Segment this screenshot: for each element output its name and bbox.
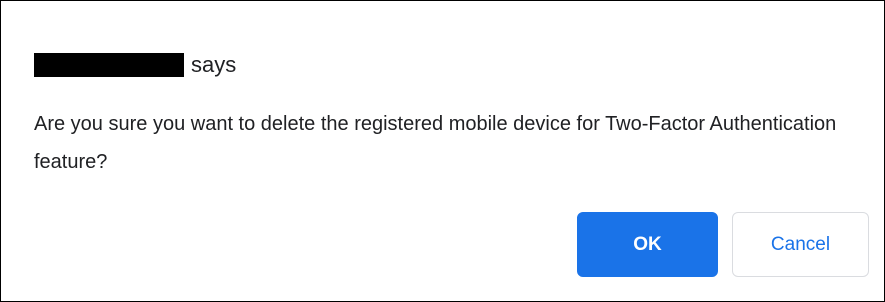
confirm-dialog: says Are you sure you want to delete the… xyxy=(0,0,885,302)
cancel-button[interactable]: Cancel xyxy=(732,212,869,277)
ok-button[interactable]: OK xyxy=(577,212,718,277)
dialog-header: says xyxy=(34,51,236,79)
dialog-message: Are you sure you want to delete the regi… xyxy=(34,113,837,173)
says-label: says xyxy=(191,52,237,77)
redacted-origin xyxy=(34,53,184,77)
